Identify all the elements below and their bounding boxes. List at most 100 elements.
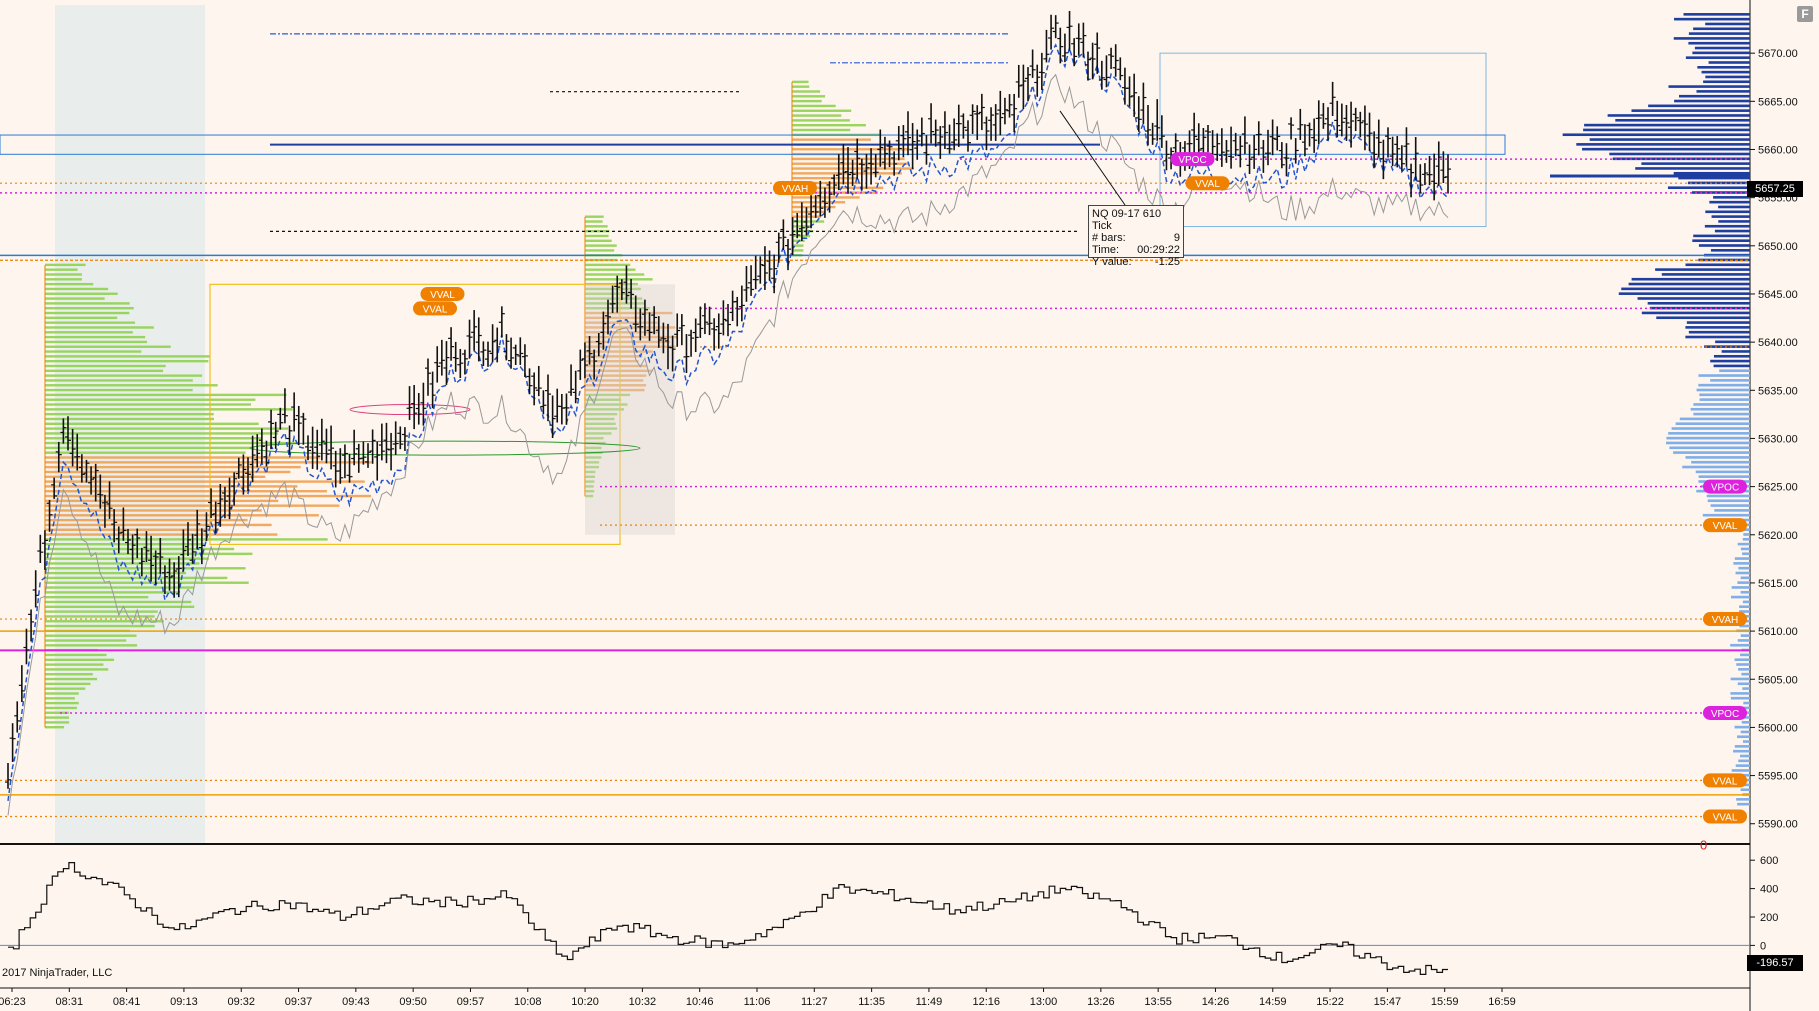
market-profile-row	[585, 268, 636, 271]
volume-profile-bar	[1668, 432, 1750, 435]
market-profile-row	[45, 441, 299, 445]
market-profile-row	[45, 595, 149, 599]
price-marker-text: VVAL	[1713, 521, 1738, 532]
market-profile-row	[792, 95, 826, 98]
market-profile-row	[45, 422, 259, 425]
time-tick-label: 15:59	[1431, 996, 1459, 1008]
time-tick-label: 15:47	[1374, 996, 1402, 1008]
volume-profile-bar	[1666, 436, 1750, 440]
volume-profile-bar	[1683, 13, 1750, 16]
volume-profile-bar	[1685, 263, 1750, 267]
volume-profile-bar	[1740, 730, 1750, 734]
chart-label-text: VPOC	[1178, 155, 1206, 166]
market-profile-row	[45, 408, 293, 411]
market-profile-row	[45, 316, 118, 320]
volume-profile-bar	[1737, 639, 1750, 642]
chart-canvas[interactable]: 5670.005665.005660.005655.005650.005645.…	[0, 0, 1819, 1011]
chart-options-button[interactable]: F	[1797, 6, 1813, 22]
volume-profile-bar	[1673, 451, 1750, 454]
volume-profile-bar	[1737, 735, 1750, 739]
market-profile-row	[45, 677, 98, 681]
market-profile-row	[45, 610, 158, 613]
market-profile-row	[45, 663, 104, 666]
market-profile-row	[45, 451, 246, 454]
price-tick-label: 5625.00	[1758, 482, 1798, 494]
price-tick-label: 5615.00	[1758, 578, 1798, 590]
volume-profile-bar	[1641, 311, 1750, 315]
indicator-line	[8, 862, 1448, 975]
volume-profile-bar	[1741, 672, 1750, 676]
volume-profile-bar	[1615, 118, 1750, 122]
market-profile-row	[45, 326, 154, 329]
market-profile-row	[45, 355, 210, 358]
volume-profile-bar	[1693, 412, 1750, 416]
volume-profile-bar	[1682, 465, 1750, 469]
volume-profile-bar	[1673, 171, 1750, 175]
volume-profile-bar	[1734, 745, 1750, 748]
volume-profile-bar	[1740, 547, 1750, 551]
market-profile-row	[45, 600, 192, 604]
volume-profile-bar	[1698, 383, 1750, 387]
time-tick-label: 10:46	[686, 996, 714, 1008]
market-profile-row	[45, 547, 235, 551]
time-tick-label: 10:20	[571, 996, 599, 1008]
market-profile-row	[45, 721, 70, 724]
volume-profile-bar	[1739, 605, 1750, 609]
volume-profile-bar	[1710, 379, 1750, 382]
time-tick-label: 12:16	[972, 996, 1000, 1008]
volume-profile-bar	[1742, 552, 1750, 556]
volume-profile-bar	[1730, 643, 1750, 647]
market-profile-row	[45, 384, 218, 387]
market-profile-row	[792, 201, 846, 204]
time-tick-label: 11:49	[916, 996, 943, 1008]
volume-profile-bar	[1711, 215, 1750, 218]
market-profile-row	[45, 268, 78, 271]
market-profile-row	[45, 706, 77, 710]
market-profile-row	[45, 653, 107, 657]
volume-profile-bar	[1576, 143, 1750, 146]
tooltip-label: Time:	[1092, 244, 1120, 256]
market-profile-row	[45, 543, 205, 546]
volume-profile-bar	[1661, 273, 1750, 276]
market-profile-row	[45, 668, 109, 671]
market-profile-row	[45, 427, 289, 430]
market-profile-row	[45, 345, 171, 348]
volume-profile-bar	[1714, 229, 1750, 233]
volume-profile-bar	[1737, 581, 1750, 584]
market-profile-row	[792, 162, 909, 165]
market-profile-row	[585, 234, 609, 238]
market-profile-row	[45, 278, 82, 281]
volume-profile-bar	[1688, 41, 1750, 45]
volume-profile-bar	[1692, 51, 1750, 55]
market-profile-row	[45, 335, 146, 339]
price-tick-label: 5605.00	[1758, 674, 1798, 686]
market-profile-row	[45, 567, 246, 570]
market-profile-row	[45, 398, 256, 401]
volume-profile-bar	[1737, 542, 1750, 546]
volume-profile-bar	[1679, 417, 1750, 421]
value-area-box	[585, 284, 675, 535]
market-profile-row	[792, 104, 836, 108]
market-profile-row	[45, 682, 91, 686]
market-profile-row	[45, 311, 130, 315]
market-profile-row	[792, 148, 910, 151]
market-profile-row	[792, 80, 809, 84]
time-tick-label: 09:32	[227, 996, 255, 1008]
volume-profile-bar	[1740, 754, 1750, 758]
time-tick-label: 09:13	[170, 996, 198, 1008]
time-tick-label: 11:06	[744, 996, 771, 1008]
market-profile-row	[45, 287, 109, 291]
market-profile-row	[585, 220, 603, 223]
market-profile-row	[792, 128, 851, 132]
price-tick-label: 5635.00	[1758, 385, 1798, 397]
volume-profile-bar	[1696, 388, 1750, 392]
price-tick-label: 5590.00	[1758, 819, 1798, 831]
market-profile-row	[45, 557, 209, 560]
volume-profile-bar	[1705, 210, 1750, 214]
market-profile-row	[45, 456, 321, 459]
market-profile-row	[45, 282, 94, 286]
volume-profile-bar	[1708, 61, 1750, 64]
volume-profile-bar	[1734, 725, 1750, 729]
volume-profile-bar	[1737, 682, 1750, 686]
volume-profile-bar	[1734, 658, 1750, 661]
